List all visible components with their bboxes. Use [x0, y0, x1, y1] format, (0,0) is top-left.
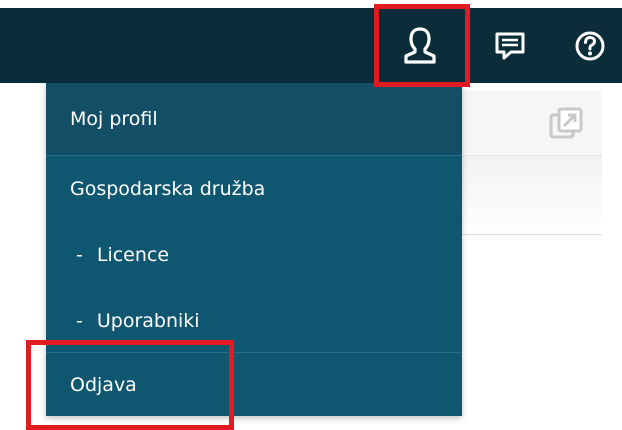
menu-item-moj-profil[interactable]: Moj profil — [46, 83, 462, 155]
submenu-dash: - — [76, 310, 83, 332]
menu-item-label: Odjava — [70, 373, 137, 396]
menu-item-gospodarska-druzba[interactable]: Gospodarska družba — [46, 156, 462, 222]
background-panel-body — [462, 156, 602, 235]
user-icon[interactable] — [390, 16, 450, 76]
menu-item-uporabniki[interactable]: - Uporabniki — [46, 288, 462, 354]
menu-item-odjava[interactable]: Odjava — [46, 353, 462, 416]
popout-icon[interactable] — [548, 106, 584, 142]
menu-item-licence[interactable]: - Licence — [46, 222, 462, 288]
top-navigation-bar — [0, 8, 622, 83]
help-icon[interactable] — [560, 16, 620, 76]
menu-item-label: Moj profil — [70, 108, 158, 130]
user-dropdown-menu: Moj profil Gospodarska družba - Licence … — [46, 83, 462, 416]
menu-item-label: Gospodarska družba — [70, 178, 266, 200]
menu-item-label: Licence — [96, 244, 170, 266]
screen: Moj profil Gospodarska družba - Licence … — [0, 0, 622, 430]
submenu-dash: - — [76, 244, 83, 266]
menu-item-label: Uporabniki — [96, 310, 200, 332]
message-icon[interactable] — [480, 16, 540, 76]
